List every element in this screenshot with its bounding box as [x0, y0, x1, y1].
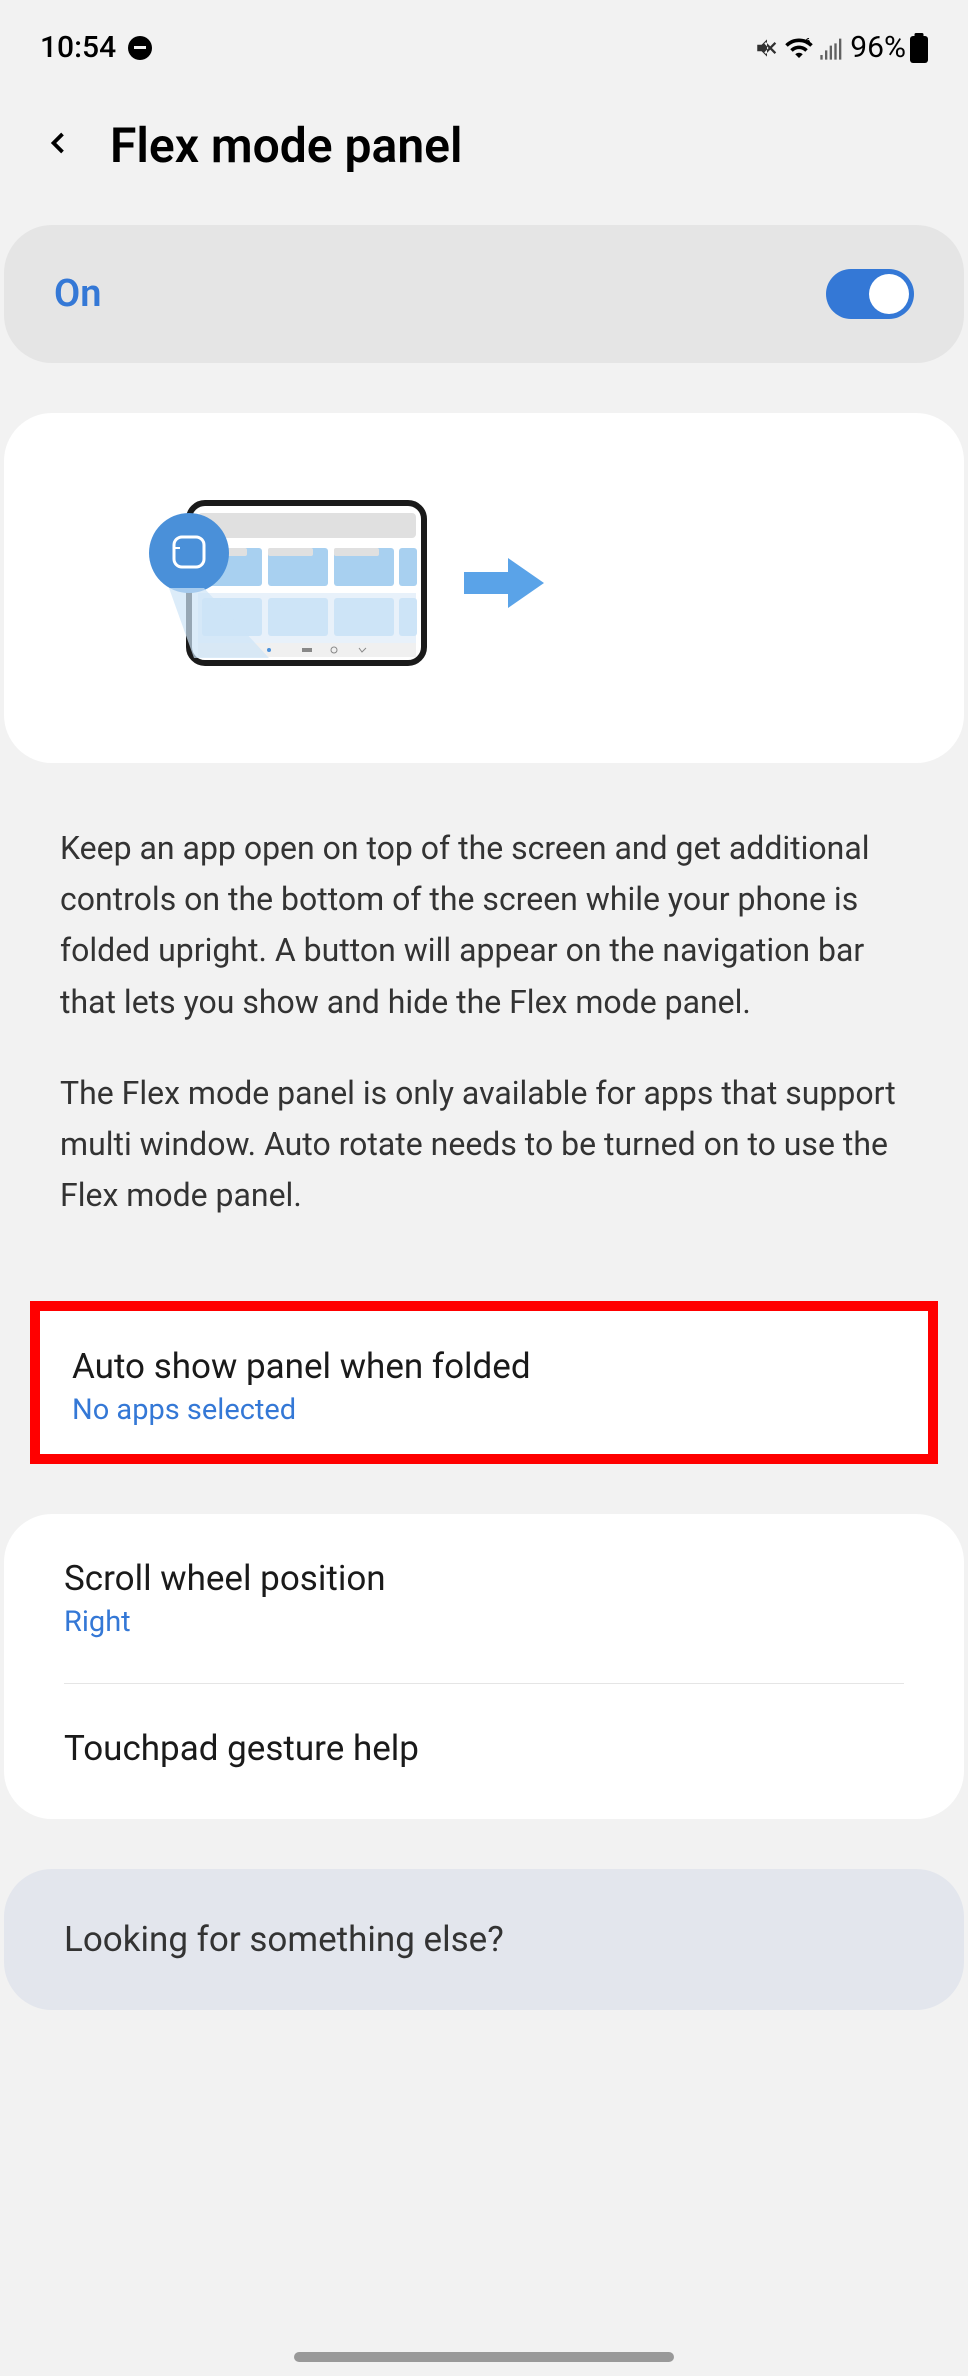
scroll-wheel-value: Right — [64, 1605, 904, 1639]
scroll-wheel-title: Scroll wheel position — [64, 1558, 904, 1599]
dnd-icon — [128, 36, 152, 60]
toggle-label: On — [54, 272, 101, 316]
footer-text: Looking for something else? — [64, 1919, 904, 1960]
main-toggle-card[interactable]: On — [4, 225, 964, 363]
status-time: 10:54 — [40, 30, 116, 65]
page-title: Flex mode panel — [110, 117, 462, 174]
status-bar: 10:54 6 96% — [0, 0, 968, 85]
description-section: Keep an app open on top of the screen an… — [0, 763, 968, 1301]
arrow-right-icon — [464, 558, 544, 608]
auto-show-title: Auto show panel when folded — [72, 1346, 896, 1387]
description-para2: The Flex mode panel is only available fo… — [60, 1068, 908, 1222]
footer-card[interactable]: Looking for something else? — [4, 1869, 964, 2010]
flex-mode-illustration — [134, 493, 544, 673]
toggle-switch[interactable] — [826, 269, 914, 319]
nav-indicator[interactable] — [294, 2352, 674, 2362]
auto-show-panel-setting[interactable]: Auto show panel when folded No apps sele… — [30, 1301, 938, 1464]
auto-show-value: No apps selected — [72, 1393, 896, 1427]
touchpad-title: Touchpad gesture help — [64, 1728, 904, 1769]
status-bar-left: 10:54 — [40, 30, 152, 65]
illustration-card — [4, 413, 964, 763]
mute-icon — [754, 35, 780, 61]
battery-percent: 96% — [850, 30, 906, 65]
settings-card: Scroll wheel position Right Touchpad ges… — [4, 1514, 964, 1819]
battery-icon — [910, 33, 928, 63]
svg-text:6: 6 — [806, 37, 811, 47]
scroll-wheel-setting[interactable]: Scroll wheel position Right — [4, 1514, 964, 1683]
signal-icon — [818, 34, 846, 62]
wifi-icon: 6 — [784, 33, 814, 63]
back-button[interactable] — [30, 115, 86, 175]
status-bar-right: 6 96% — [754, 30, 928, 65]
touchpad-setting[interactable]: Touchpad gesture help — [4, 1684, 964, 1819]
header: Flex mode panel — [0, 85, 968, 225]
description-para1: Keep an app open on top of the screen an… — [60, 823, 908, 1028]
